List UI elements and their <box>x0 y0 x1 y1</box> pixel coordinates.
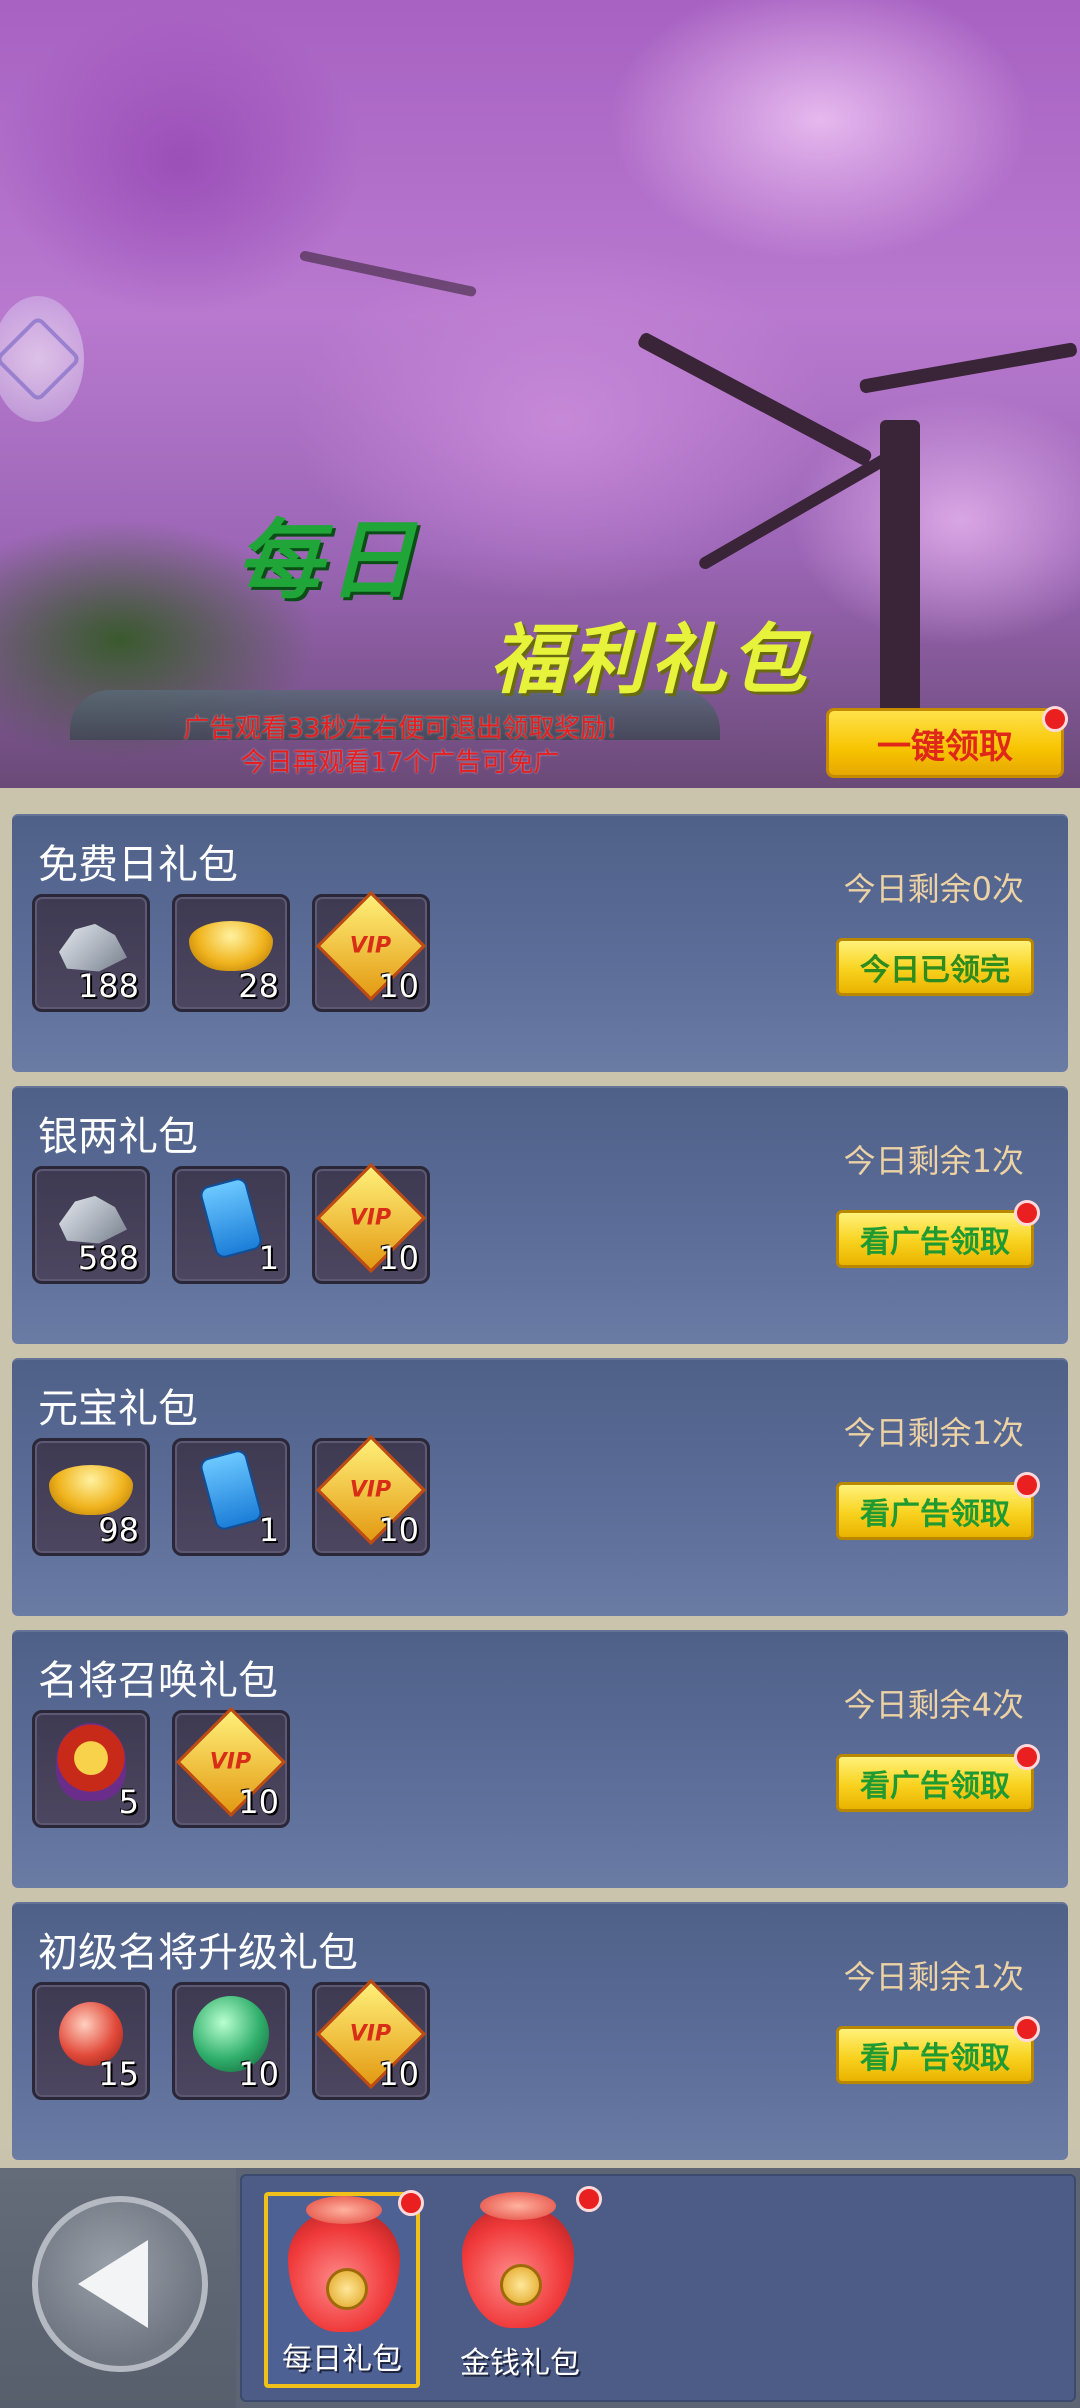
pack-items: 588 1 VIP 10 <box>32 1163 430 1284</box>
notification-dot <box>576 2186 602 2212</box>
reward-slot[interactable]: VIP 10 <box>172 1707 290 1828</box>
remaining-count: 今日剩余1次 <box>843 1958 1024 1996</box>
back-area <box>0 2168 236 2408</box>
pack-title: 元宝礼包 <box>38 1386 198 1432</box>
blue-tag-icon <box>198 1448 264 1533</box>
ad-notice-line1: 广告观看33秒左右便可退出领取奖励! <box>183 714 617 744</box>
pack-title: 银两礼包 <box>38 1114 198 1160</box>
floating-cube-button[interactable] <box>0 296 84 422</box>
pack-list[interactable]: 免费日礼包 188 28 VIP 10 今日剩余0次 今日已领完 银两礼包 58… <box>0 788 1080 2160</box>
pack-card-general-summon: 名将召唤礼包 5 VIP 10 今日剩余4次 看广告领取 <box>12 1630 1068 1888</box>
notification-dot <box>1014 1744 1040 1770</box>
watch-ad-claim-button[interactable]: 看广告领取 <box>836 2026 1034 2084</box>
vip-token-label: VIP <box>350 933 392 959</box>
reward-slot[interactable]: 1 <box>172 1166 290 1284</box>
gold-ingot-icon <box>189 921 273 972</box>
back-arrow-icon <box>78 2240 148 2328</box>
tab-daily-gift[interactable]: 每日礼包 <box>264 2190 424 2388</box>
pack-card-silver: 银两礼包 588 1 VIP 10 今日剩余1次 看广告领取 <box>12 1086 1068 1344</box>
bottom-bar: 每日礼包 金钱礼包 <box>0 2168 1080 2408</box>
pack-items: 188 28 VIP 10 <box>32 891 430 1012</box>
pack-title: 免费日礼包 <box>38 842 238 888</box>
silver-ingot-icon <box>59 1195 127 1244</box>
cube-icon <box>0 315 82 403</box>
gold-ingot-icon <box>49 1465 133 1516</box>
remaining-count: 今日剩余1次 <box>843 1142 1024 1180</box>
notification-dot <box>1014 1200 1040 1226</box>
reward-qty: 28 <box>238 967 279 1005</box>
remaining-count: 今日剩余1次 <box>843 1414 1024 1452</box>
vip-token-label: VIP <box>350 1477 392 1503</box>
remaining-count: 今日剩余0次 <box>843 870 1024 908</box>
reward-slot[interactable]: 588 <box>32 1166 150 1284</box>
reward-qty: 10 <box>378 2055 419 2093</box>
banner-title-daily: 每日 <box>236 511 420 611</box>
watch-ad-claim-button[interactable]: 看广告领取 <box>836 1482 1034 1540</box>
pack-title: 初级名将升级礼包 <box>38 1930 358 1976</box>
reward-qty: 188 <box>77 967 139 1005</box>
pack-title: 名将召唤礼包 <box>38 1658 278 1704</box>
reward-slot[interactable]: VIP 10 <box>312 1435 430 1556</box>
reward-qty: 5 <box>118 1783 139 1821</box>
tab-money-gift[interactable]: 金钱礼包 <box>442 2186 602 2388</box>
gift-bag-icon <box>288 2196 400 2332</box>
reward-qty: 10 <box>238 1783 279 1821</box>
reward-slot[interactable]: 28 <box>172 894 290 1012</box>
pack-items: 15 10 VIP 10 <box>32 1979 430 2100</box>
vip-token-label: VIP <box>210 1749 252 1775</box>
reward-qty: 98 <box>98 1511 139 1549</box>
reward-slot[interactable]: 15 <box>32 1982 150 2100</box>
tab-label: 每日礼包 <box>282 2342 402 2377</box>
claim-all-button[interactable]: 一键领取 <box>826 708 1064 778</box>
reward-qty: 1 <box>258 1511 279 1549</box>
gift-tabs: 每日礼包 金钱礼包 <box>240 2174 1076 2402</box>
reward-slot[interactable]: VIP 10 <box>312 891 430 1012</box>
ad-notice-line2: 今日再观看17个广告可免广 <box>240 748 560 778</box>
watch-ad-claim-button[interactable]: 看广告领取 <box>836 1210 1034 1268</box>
blue-tag-icon <box>198 1176 264 1261</box>
reward-slot[interactable]: 188 <box>32 894 150 1012</box>
reward-qty: 10 <box>378 1239 419 1277</box>
reward-slot[interactable]: 10 <box>172 1982 290 2100</box>
pack-card-free-daily: 免费日礼包 188 28 VIP 10 今日剩余0次 今日已领完 <box>12 814 1068 1072</box>
pack-card-yuanbao: 元宝礼包 98 1 VIP 10 今日剩余1次 看广告领取 <box>12 1358 1068 1616</box>
reward-qty: 10 <box>378 967 419 1005</box>
reward-slot[interactable]: VIP 10 <box>312 1979 430 2100</box>
reward-qty: 588 <box>77 1239 139 1277</box>
reward-slot[interactable]: 98 <box>32 1438 150 1556</box>
reward-qty: 10 <box>238 2055 279 2093</box>
tab-label: 金钱礼包 <box>460 2346 580 2381</box>
notification-dot <box>1014 1472 1040 1498</box>
reward-slot[interactable]: 5 <box>32 1710 150 1828</box>
notification-dot <box>1014 2016 1040 2042</box>
ad-notice: 广告观看33秒左右便可退出领取奖励! 今日再观看17个广告可免广 <box>120 712 680 780</box>
reward-qty: 1 <box>258 1239 279 1277</box>
notification-dot <box>398 2190 424 2216</box>
banner-title-welfare: 福利礼包 <box>490 615 810 704</box>
back-button[interactable] <box>32 2196 208 2372</box>
vip-token-label: VIP <box>350 1205 392 1231</box>
silver-ingot-icon <box>59 923 127 972</box>
remaining-count: 今日剩余4次 <box>843 1686 1024 1724</box>
vip-token-label: VIP <box>350 2021 392 2047</box>
reward-qty: 10 <box>378 1511 419 1549</box>
claim-all-notification-dot <box>1042 706 1068 732</box>
reward-qty: 15 <box>98 2055 139 2093</box>
claimed-out-button[interactable]: 今日已领完 <box>836 938 1034 996</box>
banner: 每日 福利礼包 广告观看33秒左右便可退出领取奖励! 今日再观看17个广告可免广… <box>0 0 1080 788</box>
pack-items: 5 VIP 10 <box>32 1707 290 1828</box>
watch-ad-claim-button[interactable]: 看广告领取 <box>836 1754 1034 1812</box>
pack-items: 98 1 VIP 10 <box>32 1435 430 1556</box>
summon-badge-icon <box>56 1723 126 1802</box>
pack-card-general-upgrade: 初级名将升级礼包 15 10 VIP 10 今日剩余1次 看广告领取 <box>12 1902 1068 2160</box>
reward-slot[interactable]: 1 <box>172 1438 290 1556</box>
reward-slot[interactable]: VIP 10 <box>312 1163 430 1284</box>
gift-bag-icon <box>462 2192 574 2328</box>
